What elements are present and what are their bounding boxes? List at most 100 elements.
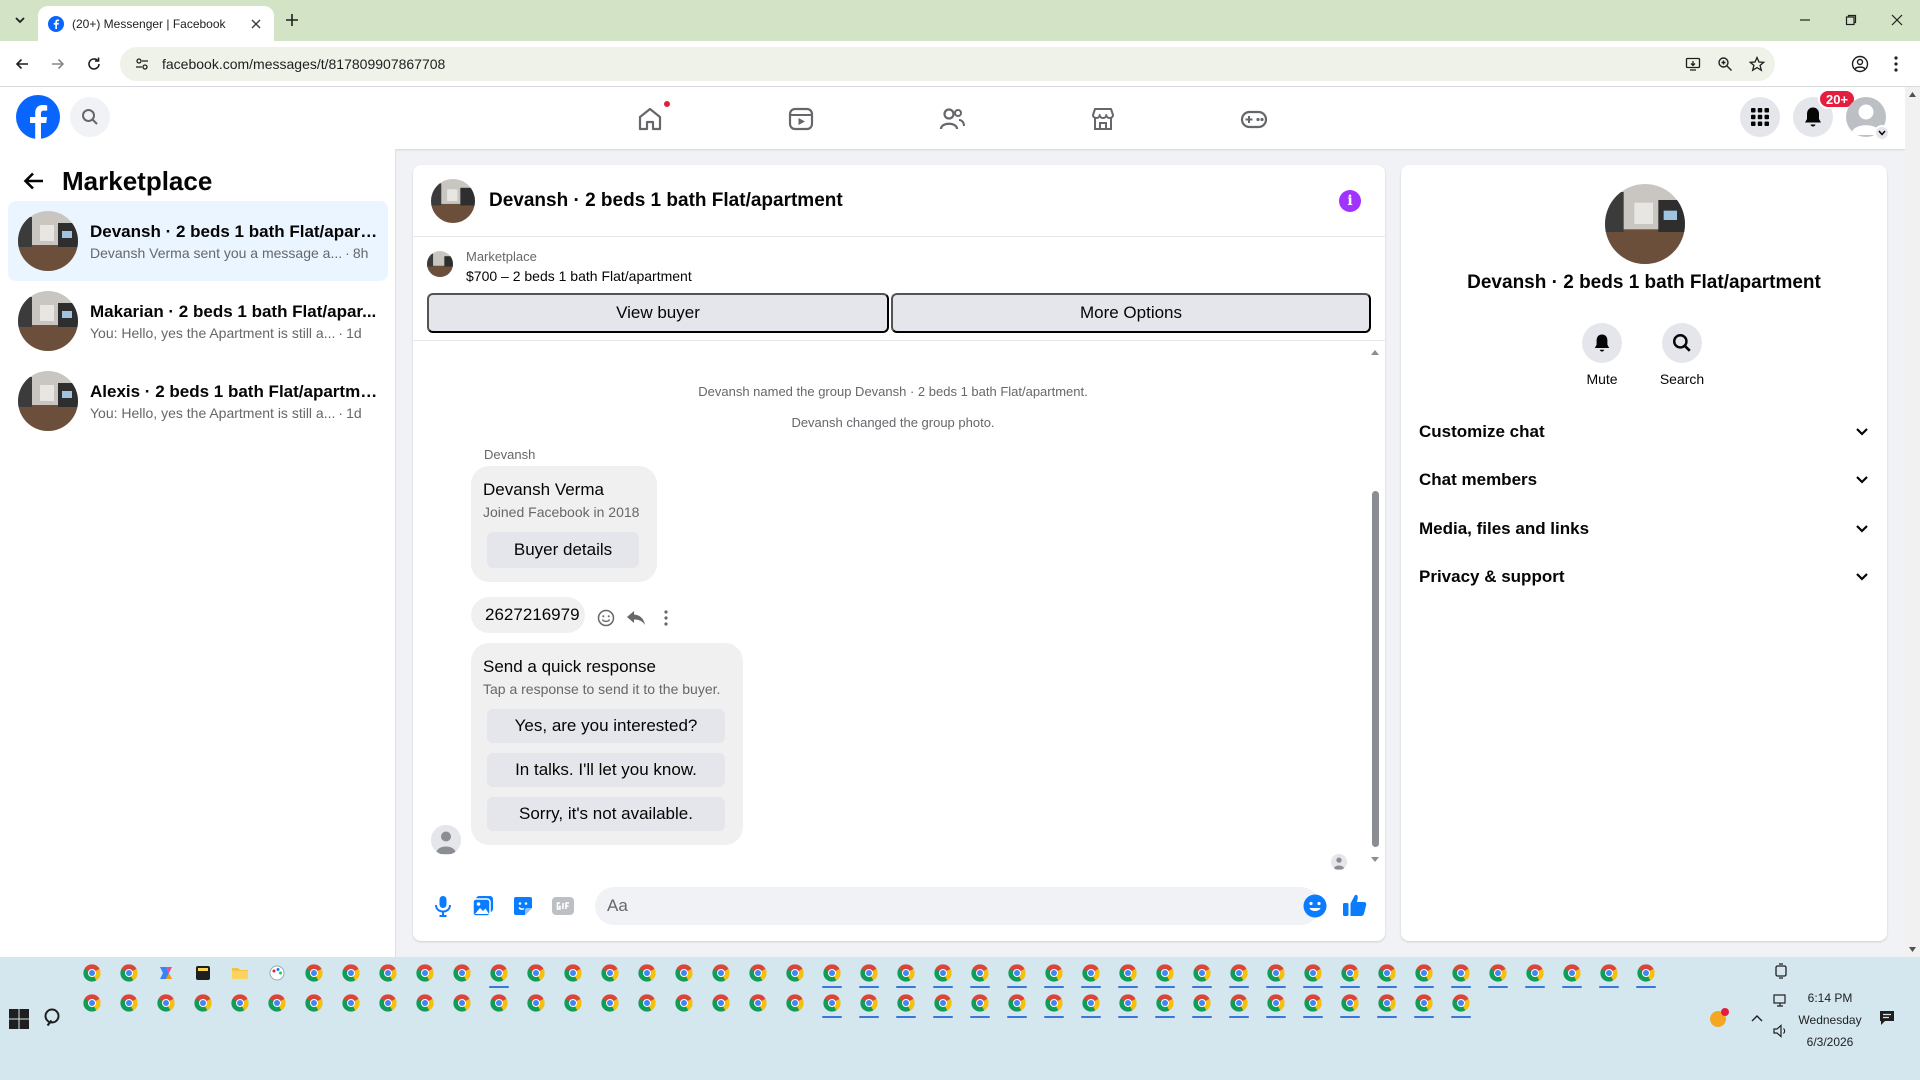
tab-search-chevron-icon[interactable]: [9, 9, 31, 31]
chrome-taskbar-icon[interactable]: [1187, 958, 1217, 988]
chrome-taskbar-icon[interactable]: [558, 958, 588, 988]
chrome-taskbar-icon[interactable]: [854, 988, 884, 1018]
file-explorer-icon[interactable]: [225, 958, 255, 988]
chrome-taskbar-icon[interactable]: [373, 988, 403, 1018]
nav-video-icon[interactable]: [745, 95, 857, 143]
reload-icon[interactable]: [82, 52, 106, 76]
volume-icon[interactable]: [1770, 1020, 1792, 1042]
chrome-taskbar-icon[interactable]: [891, 988, 921, 1018]
nav-friends-icon[interactable]: [896, 95, 1008, 143]
chrome-taskbar-icon[interactable]: [1076, 988, 1106, 1018]
show-hidden-icons-icon[interactable]: [1746, 1007, 1768, 1029]
quick-response-option[interactable]: In talks. I'll let you know.: [487, 753, 725, 787]
chrome-taskbar-icon[interactable]: [1335, 988, 1365, 1018]
chrome-taskbar-icon[interactable]: [1446, 958, 1476, 988]
chrome-taskbar-icon[interactable]: [1520, 958, 1550, 988]
chat-info-icon[interactable]: i: [1339, 189, 1361, 212]
emoji-picker-icon[interactable]: [1302, 893, 1328, 919]
chrome-taskbar-icon[interactable]: [780, 958, 810, 988]
chrome-taskbar-icon[interactable]: [151, 988, 181, 1018]
chrome-taskbar-icon[interactable]: [1631, 958, 1661, 988]
group-photo-avatar[interactable]: [431, 178, 475, 223]
chrome-taskbar-icon[interactable]: [1261, 988, 1291, 1018]
mute-action[interactable]: Mute: [1572, 323, 1632, 387]
network-icon[interactable]: [1770, 990, 1792, 1012]
chrome-taskbar-icon[interactable]: [299, 988, 329, 1018]
chrome-taskbar-icon[interactable]: [817, 958, 847, 988]
conversation-item[interactable]: Makarian · 2 beds 1 bath Flat/apar... Yo…: [8, 281, 388, 361]
chrome-taskbar-icon[interactable]: [1224, 988, 1254, 1018]
chrome-taskbar-icon[interactable]: [669, 958, 699, 988]
page-scrollbar[interactable]: [1905, 87, 1920, 957]
conversation-item[interactable]: Alexis · 2 beds 1 bath Flat/apartme... Y…: [8, 361, 388, 441]
chat-members-section[interactable]: Chat members: [1409, 458, 1879, 502]
chrome-taskbar-icon[interactable]: [188, 988, 218, 1018]
chrome-taskbar-icon[interactable]: [1002, 988, 1032, 1018]
back-arrow-icon[interactable]: [10, 52, 34, 76]
restore-window-icon[interactable]: [1828, 8, 1874, 32]
chrome-taskbar-icon[interactable]: [817, 988, 847, 1018]
nav-home-icon[interactable]: [594, 95, 706, 143]
notification-center-icon[interactable]: [1876, 1007, 1898, 1029]
chrome-taskbar-icon[interactable]: [632, 988, 662, 1018]
forward-arrow-icon[interactable]: [46, 52, 70, 76]
more-actions-icon[interactable]: [651, 603, 681, 633]
gif-icon[interactable]: [545, 888, 581, 924]
chrome-taskbar-icon[interactable]: [1372, 988, 1402, 1018]
new-tab-plus-icon[interactable]: [282, 10, 302, 30]
chrome-taskbar-icon[interactable]: [891, 958, 921, 988]
listing-title[interactable]: $700 – 2 beds 1 bath Flat/apartment: [466, 268, 692, 284]
chat-title[interactable]: Devansh · 2 beds 1 bath Flat/apartment: [489, 190, 1339, 212]
react-emoji-icon[interactable]: [591, 603, 621, 633]
zoom-icon[interactable]: [1711, 50, 1739, 78]
chrome-taskbar-icon[interactable]: [743, 958, 773, 988]
address-bar[interactable]: facebook.com/messages/t/817809907867708: [120, 47, 1775, 81]
chrome-taskbar-icon[interactable]: [1298, 958, 1328, 988]
sticker-icon[interactable]: [505, 888, 541, 924]
chrome-taskbar-icon[interactable]: [1298, 988, 1328, 1018]
menu-grid-icon[interactable]: [1740, 97, 1780, 137]
search-icon[interactable]: [1662, 323, 1702, 363]
browser-menu-icon[interactable]: [1884, 52, 1908, 76]
media-files-links-section[interactable]: Media, files and links: [1409, 507, 1879, 551]
chrome-taskbar-icon[interactable]: [410, 958, 440, 988]
chrome-taskbar-icon[interactable]: [632, 958, 662, 988]
taskbar-clock[interactable]: 6:14 PM Wednesday 6/3/2026: [1790, 987, 1870, 1053]
sender-avatar[interactable]: [431, 825, 461, 855]
chrome-taskbar-icon[interactable]: [336, 958, 366, 988]
buyer-details-button[interactable]: Buyer details: [487, 532, 639, 568]
chrome-taskbar-icon[interactable]: [743, 988, 773, 1018]
like-thumbs-up-icon[interactable]: [1339, 889, 1371, 921]
chrome-taskbar-icon[interactable]: [669, 988, 699, 1018]
conversation-item[interactable]: Devansh · 2 beds 1 bath Flat/apart... De…: [8, 201, 388, 281]
chrome-taskbar-icon[interactable]: [114, 958, 144, 988]
profile-icon[interactable]: [1848, 52, 1872, 76]
chrome-taskbar-icon[interactable]: [1594, 958, 1624, 988]
view-buyer-button[interactable]: View buyer: [427, 293, 889, 333]
paint-icon[interactable]: [262, 958, 292, 988]
chrome-taskbar-icon[interactable]: [780, 988, 810, 1018]
chrome-taskbar-icon[interactable]: [706, 988, 736, 1018]
facebook-search-icon[interactable]: [70, 97, 110, 137]
chrome-taskbar-icon[interactable]: [1446, 988, 1476, 1018]
chrome-taskbar-icon[interactable]: [1557, 958, 1587, 988]
chrome-taskbar-icon[interactable]: [1113, 988, 1143, 1018]
message-bubble[interactable]: 2627216979: [471, 597, 585, 633]
privacy-support-section[interactable]: Privacy & support: [1409, 555, 1879, 599]
bell-icon[interactable]: [1582, 323, 1622, 363]
account-chevron-icon[interactable]: [1874, 125, 1890, 141]
more-options-button[interactable]: More Options: [891, 293, 1371, 333]
chrome-taskbar-icon[interactable]: [1224, 958, 1254, 988]
chrome-taskbar-icon[interactable]: [1409, 958, 1439, 988]
microphone-icon[interactable]: [425, 888, 461, 924]
tab-close-icon[interactable]: [248, 16, 264, 32]
message-input[interactable]: [595, 887, 1320, 925]
chrome-taskbar-icon[interactable]: [1372, 958, 1402, 988]
browser-tab-messenger[interactable]: (20+) Messenger | Facebook: [38, 6, 274, 41]
taskbar-search-icon[interactable]: [42, 1006, 66, 1030]
chrome-taskbar-icon[interactable]: [1409, 988, 1439, 1018]
chrome-taskbar-icon[interactable]: [447, 958, 477, 988]
quick-response-option[interactable]: Sorry, it's not available.: [487, 797, 725, 831]
sticky-notes-icon[interactable]: [188, 958, 218, 988]
install-app-icon[interactable]: [1679, 50, 1707, 78]
